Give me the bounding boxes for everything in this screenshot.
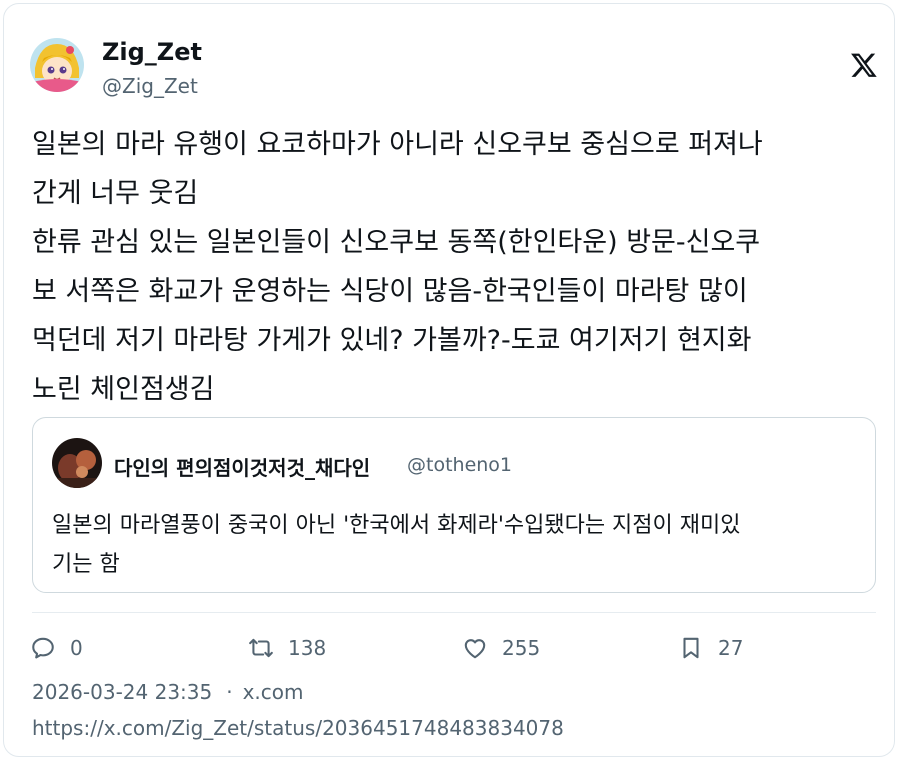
divider	[32, 612, 876, 613]
reply-icon	[32, 637, 54, 659]
tweet-text-line: 보 서쪽은 화교가 운영하는 식당이 많음-한국인들이 마라탕 많이	[32, 276, 748, 307]
bookmark-icon	[683, 637, 699, 659]
tweet-text-line: 일본의 마라 유행이 요코하마가 아니라 신오쿠보 중심으로 퍼져나	[32, 129, 763, 160]
tweet-url[interactable]: https://x.com/Zig_Zet/status/20364517484…	[32, 716, 564, 740]
source-link[interactable]: x.com	[243, 680, 304, 704]
author-avatar[interactable]	[30, 38, 84, 92]
quoted-text-line: 기는 함	[52, 552, 120, 577]
author-handle[interactable]: @Zig_Zet	[102, 74, 198, 98]
reply-button[interactable]: 0	[30, 632, 83, 664]
tweet-text-line: 간게 너무 웃김	[32, 178, 199, 209]
tweet-text-line: 한류 관심 있는 일본인들이 신오쿠보 동쪽(한인타운) 방문-신오쿠	[32, 227, 761, 258]
tweet-meta: 2026-03-24 23:35 · x.com	[32, 680, 304, 704]
quoted-tweet[interactable]: 다인의 편의점이것저것_채다인 @totheno1 일본의 마라열풍이 중국이 …	[32, 417, 876, 593]
retweet-button[interactable]: 138	[248, 632, 326, 664]
retweet-icon	[249, 638, 273, 658]
quoted-author-name[interactable]: 다인의 편의점이것저것_채다인	[114, 452, 370, 481]
retweet-count: 138	[288, 636, 327, 660]
timestamp[interactable]: 2026-03-24 23:35	[32, 680, 212, 704]
quoted-tweet-text: 일본의 마라열풍이 중국이 아닌 '한국에서 화제라'수입됐다는 지점이 재미있…	[52, 506, 862, 584]
quoted-author-handle[interactable]: @totheno1	[407, 454, 512, 476]
like-count: 255	[502, 636, 541, 660]
heart-icon	[464, 639, 486, 659]
tweet-text-line: 노린 체인점생김	[32, 374, 215, 405]
bookmark-button[interactable]: 27	[678, 632, 743, 664]
like-button[interactable]: 255	[462, 632, 540, 664]
meta-separator: ·	[226, 680, 233, 704]
tweet-text-line: 먹던데 저기 마라탕 가게가 있네? 가볼까?-도쿄 여기저기 현지화	[32, 325, 752, 356]
quoted-text-line: 일본의 마라열풍이 중국이 아닌 '한국에서 화제라'수입됐다는 지점이 재미있	[52, 513, 741, 538]
quoted-author-avatar[interactable]	[52, 438, 102, 488]
tweet-text: 일본의 마라 유행이 요코하마가 아니라 신오쿠보 중심으로 퍼져나 간게 너무…	[32, 120, 882, 414]
x-logo-icon[interactable]	[850, 51, 878, 79]
reply-count: 0	[70, 636, 83, 660]
tweet-card: Zig_Zet @Zig_Zet 일본의 마라 유행이 요코하마가 아니라 신오…	[3, 3, 895, 757]
bookmark-count: 27	[718, 636, 744, 660]
author-display-name[interactable]: Zig_Zet	[102, 38, 202, 66]
